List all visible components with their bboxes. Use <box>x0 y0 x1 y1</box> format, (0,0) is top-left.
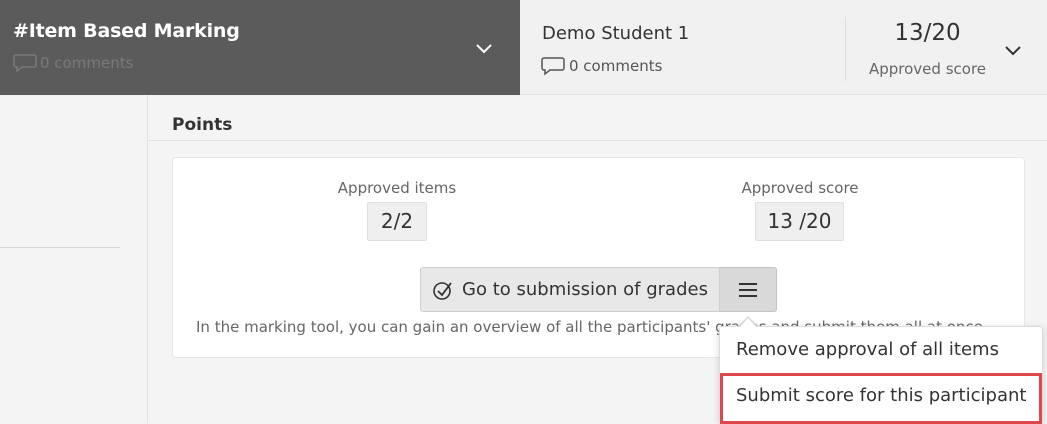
section-header: Points <box>149 95 1047 141</box>
item-title: #Item Based Marking <box>13 20 240 42</box>
student-comments-label: 0 comments <box>569 57 663 75</box>
student-comments[interactable]: 0 comments <box>541 56 662 76</box>
left-sidebar <box>0 95 148 423</box>
comment-icon <box>541 57 565 76</box>
submission-button-group: Go to submission of grades <box>420 267 777 312</box>
item-comments-label: 0 comments <box>40 54 134 72</box>
item-header[interactable]: #Item Based Marking 0 comments <box>0 0 520 95</box>
menu-item-submit-score[interactable]: Submit score for this participant <box>720 373 1042 424</box>
check-circle-icon <box>433 281 452 300</box>
go-to-submission-label: Go to submission of grades <box>462 279 708 300</box>
student-header: Demo Student 1 0 comments 13/20 Approved… <box>520 0 1047 95</box>
approved-score-label: Approved score <box>741 179 859 197</box>
go-to-submission-button[interactable]: Go to submission of grades <box>420 267 720 312</box>
chevron-down-icon[interactable] <box>1002 40 1024 62</box>
chevron-down-icon[interactable] <box>473 38 495 60</box>
comment-icon <box>13 54 37 73</box>
sidebar-divider <box>0 247 120 248</box>
approved-score-value: 13 /20 <box>755 202 844 241</box>
more-options-button[interactable] <box>720 267 777 312</box>
approved-items-value: 2/2 <box>367 202 427 241</box>
top-bar: #Item Based Marking 0 comments Demo Stud… <box>0 0 1047 95</box>
section-title: Points <box>172 115 233 135</box>
student-score: 13/20 <box>894 20 961 46</box>
student-name: Demo Student 1 <box>542 23 690 44</box>
student-score-label: Approved score <box>868 60 987 78</box>
dropdown-caret-inner <box>740 318 756 327</box>
options-dropdown: Remove approval of all items Submit scor… <box>719 326 1043 424</box>
approved-items-label: Approved items <box>337 179 457 197</box>
header-divider <box>845 17 846 81</box>
menu-icon <box>739 282 757 297</box>
menu-item-remove-approval[interactable]: Remove approval of all items <box>720 327 1042 373</box>
item-comments[interactable]: 0 comments <box>13 53 133 73</box>
